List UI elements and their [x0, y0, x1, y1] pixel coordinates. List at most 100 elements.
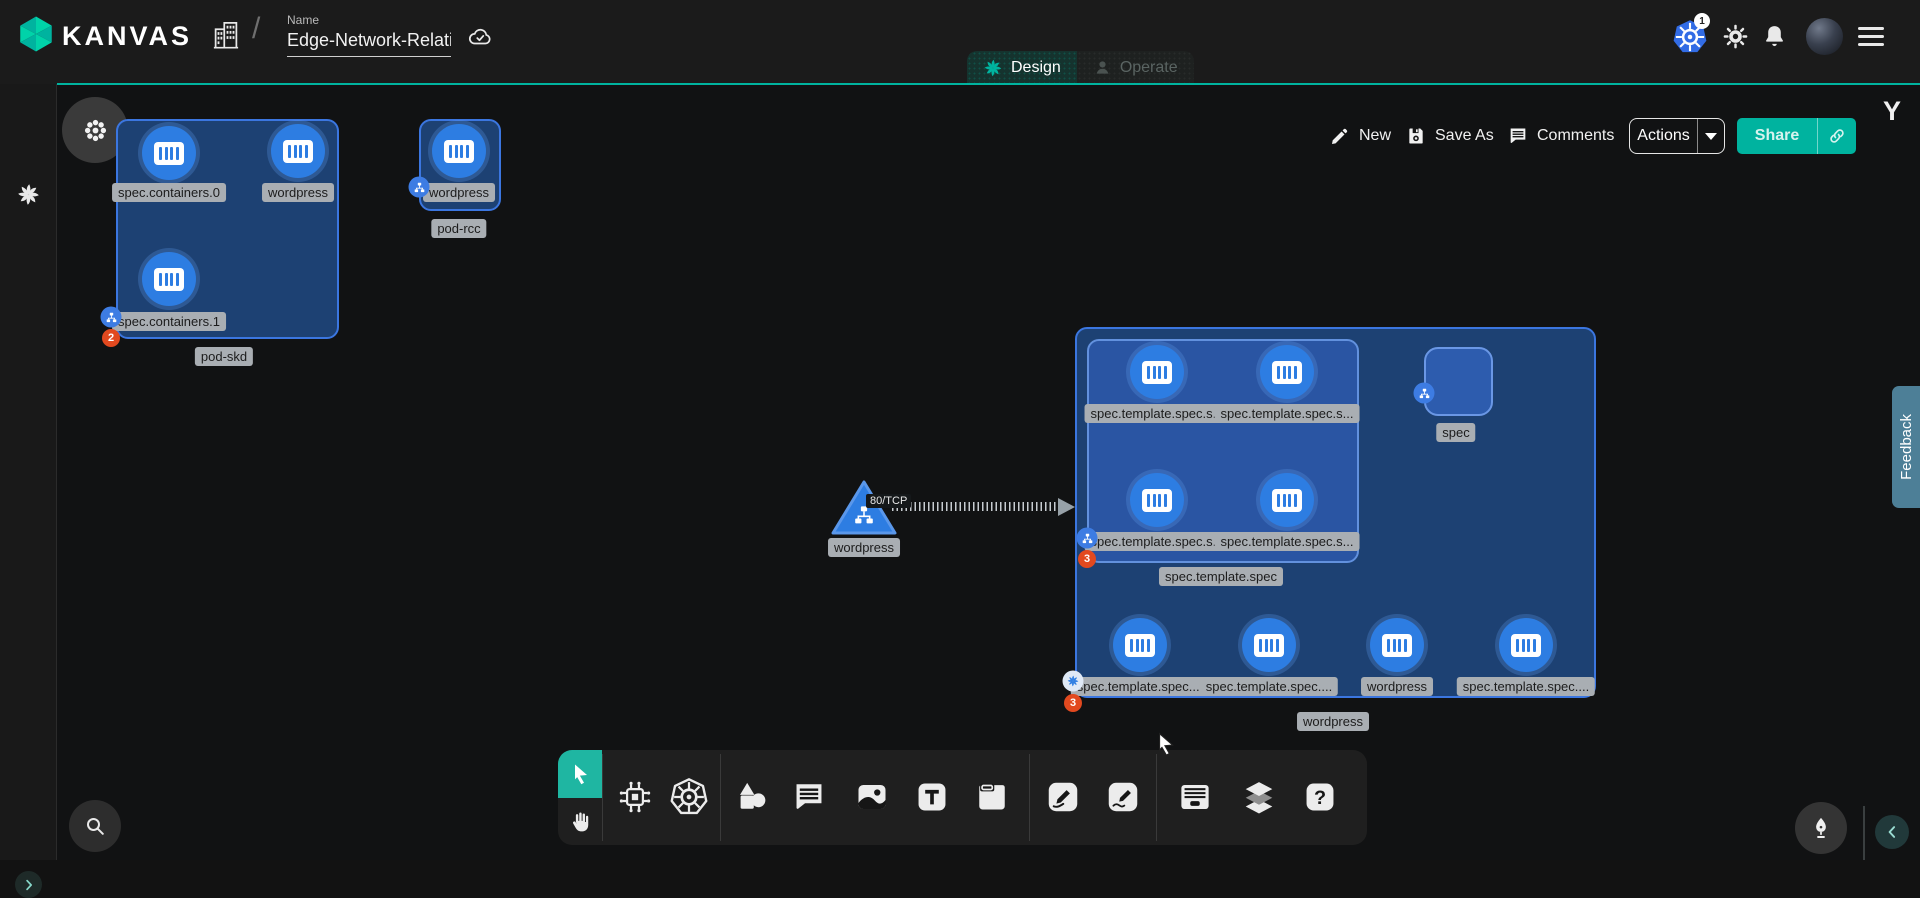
- tool-pan-hand[interactable]: [558, 798, 602, 845]
- service-edge[interactable]: [892, 502, 1058, 511]
- count-badge: 2: [102, 329, 120, 347]
- node-wordpress-container[interactable]: [432, 124, 486, 178]
- link-icon: [1828, 127, 1846, 145]
- tool-layers[interactable]: [1239, 777, 1279, 817]
- node-label: spec.template.spec.s...: [1215, 532, 1360, 551]
- tool-image[interactable]: [852, 777, 892, 817]
- feedback-tab[interactable]: Feedback: [1892, 386, 1920, 508]
- notifications-bell-icon[interactable]: [1761, 23, 1788, 50]
- node-wordpress-service[interactable]: [829, 477, 899, 539]
- node-bottom-container-2[interactable]: [1370, 618, 1424, 672]
- node-template-container-2[interactable]: [1130, 473, 1184, 527]
- kubernetes-flower-icon: [82, 117, 109, 144]
- node-label: wordpress: [262, 183, 334, 202]
- feedback-tab-label: Feedback: [1898, 414, 1915, 480]
- dock-toolbar: [558, 750, 1367, 845]
- tool-edge-pen[interactable]: [1043, 777, 1083, 817]
- save-as-button[interactable]: Save As: [1406, 121, 1494, 151]
- share-split-button[interactable]: Share: [1737, 118, 1856, 154]
- bottom-right-divider: [1863, 806, 1865, 860]
- tool-kubernetes[interactable]: [669, 777, 709, 817]
- design-name-label: Name: [287, 13, 451, 27]
- kubernetes-badge: [1414, 383, 1435, 404]
- kubernetes-badge: [409, 177, 430, 198]
- container-icon: [1272, 361, 1302, 384]
- group-spec-template-spec[interactable]: [1087, 339, 1359, 563]
- copy-link-button[interactable]: [1818, 127, 1856, 145]
- toolbar-divider: [1156, 754, 1157, 841]
- node-template-container-0[interactable]: [1130, 345, 1184, 399]
- hamburger-menu-icon[interactable]: [1858, 27, 1884, 46]
- meshery-badge: [1063, 671, 1084, 692]
- tool-shapes[interactable]: [732, 777, 772, 817]
- comments-button[interactable]: Comments: [1508, 121, 1614, 151]
- app-header: KANVAS / Name Edge-Network-Relatio Desig…: [0, 0, 1920, 84]
- tool-note[interactable]: [972, 777, 1012, 817]
- tool-select-cursor[interactable]: [558, 750, 602, 798]
- node-spec-containers-1[interactable]: [142, 252, 196, 306]
- node-label: spec.template.spec.s...: [1085, 404, 1230, 423]
- drawer-archive-icon: [1176, 778, 1214, 816]
- annotate-pen-button[interactable]: [1795, 802, 1847, 854]
- spiral-icon: [1067, 675, 1080, 688]
- sitemap-icon: [105, 311, 117, 323]
- toolbar-divider: [1029, 754, 1030, 841]
- tab-operate-label: Operate: [1120, 59, 1178, 77]
- node-label: wordpress: [1361, 677, 1433, 696]
- toolbar-divider: [720, 754, 721, 841]
- container-icon: [1382, 634, 1412, 657]
- layer5-y-icon[interactable]: Y: [1876, 96, 1908, 127]
- tool-freehand[interactable]: [1103, 777, 1143, 817]
- panel-collapse-button[interactable]: [1875, 815, 1909, 849]
- group-label-spec-template: spec.template.spec: [1159, 567, 1283, 586]
- node-spec-containers-0[interactable]: [142, 126, 196, 180]
- comment-bubble-icon: [792, 780, 826, 814]
- node-spec[interactable]: [1424, 347, 1493, 416]
- node-label: spec.template.spec....: [1200, 677, 1338, 696]
- node-label: spec.containers.1: [112, 312, 226, 331]
- tool-text[interactable]: [912, 777, 952, 817]
- shapes-icon: [734, 779, 770, 815]
- operate-tab-icon: [1093, 58, 1112, 77]
- edge-arrowhead-icon: [1058, 498, 1075, 516]
- meshery-spiral-icon[interactable]: [16, 182, 41, 207]
- image-icon: [854, 779, 890, 815]
- actions-dropdown-toggle[interactable]: [1698, 133, 1724, 140]
- tool-components[interactable]: [615, 777, 655, 817]
- mouse-cursor: [1152, 731, 1178, 757]
- tab-design[interactable]: Design: [967, 51, 1077, 84]
- actions-split-button[interactable]: Actions: [1629, 118, 1725, 154]
- node-template-container-1[interactable]: [1260, 345, 1314, 399]
- text-t-icon: [915, 780, 949, 814]
- zoom-search-button[interactable]: [69, 800, 121, 852]
- node-label: spec.containers.0: [112, 183, 226, 202]
- settings-gear-icon[interactable]: [1722, 23, 1749, 50]
- user-avatar[interactable]: [1806, 18, 1843, 55]
- pencil-scribble-icon: [1105, 779, 1141, 815]
- new-button[interactable]: New: [1330, 121, 1391, 151]
- node-bottom-container-3[interactable]: [1499, 618, 1553, 672]
- new-button-label: New: [1359, 127, 1391, 145]
- design-name-field[interactable]: Name Edge-Network-Relatio: [287, 13, 451, 57]
- group-label-wordpress: wordpress: [1297, 712, 1369, 731]
- container-icon: [1142, 489, 1172, 512]
- comments-button-label: Comments: [1537, 127, 1614, 145]
- tool-help[interactable]: [1300, 777, 1340, 817]
- design-name-input[interactable]: Edge-Network-Relatio: [287, 30, 451, 57]
- node-bottom-container-1[interactable]: [1242, 618, 1296, 672]
- kubernetes-badge: [101, 307, 122, 328]
- container-icon: [1125, 634, 1155, 657]
- organization-icon[interactable]: [212, 20, 240, 50]
- node-template-container-3[interactable]: [1260, 473, 1314, 527]
- comments-icon: [1508, 126, 1528, 146]
- node-wordpress-container[interactable]: [271, 124, 325, 178]
- tab-operate[interactable]: Operate: [1077, 51, 1194, 84]
- mode-tabs: Design Operate: [967, 51, 1194, 84]
- tool-drawer[interactable]: [1175, 777, 1215, 817]
- tool-comment[interactable]: [789, 777, 829, 817]
- node-bottom-container-0[interactable]: [1113, 618, 1167, 672]
- kubernetes-badge: [1077, 528, 1098, 549]
- node-label: spec.template.spec.s...: [1215, 404, 1360, 423]
- sidebar-expand-button[interactable]: [15, 871, 42, 898]
- node-label: spec.template.spec....: [1457, 677, 1595, 696]
